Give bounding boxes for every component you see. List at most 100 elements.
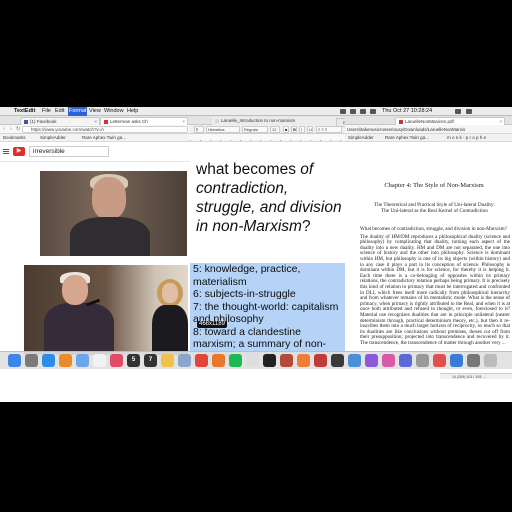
tab-youtube[interactable]: Letterman asks Ch × [100, 117, 188, 125]
terminal-icon[interactable] [263, 354, 276, 367]
finder-icon[interactable] [8, 354, 21, 367]
alignment-buttons[interactable]: ≡ ≡ ≡ [316, 126, 342, 133]
itunes-icon[interactable] [110, 354, 123, 367]
tab-pdf[interactable]: LaruelleNonMarxism.pdf × [395, 117, 505, 125]
paragraph-style-select[interactable]: ¶ [194, 126, 204, 133]
address-bar-row: ‹ › ↻ https://www.youtube.com/watch?v=h [0, 125, 190, 134]
font-style-select[interactable]: Regular [242, 126, 268, 133]
desktop-screen: TextEdit File Edit Format View Window He… [0, 107, 512, 402]
font-family-select[interactable]: Helvetica [206, 126, 240, 133]
app-icon-19[interactable] [314, 354, 327, 367]
back-icon[interactable]: ‹ [3, 126, 5, 133]
video-player-lower[interactable] [24, 265, 188, 355]
spotlight-icon[interactable] [455, 109, 461, 114]
menu-file[interactable]: File [42, 107, 51, 116]
mail-icon[interactable] [76, 354, 89, 367]
ruler[interactable] [190, 134, 345, 142]
url-field[interactable]: https://www.youtube.com/watch?v=h [22, 126, 188, 133]
video-player-upper[interactable] [40, 171, 187, 256]
app-icon-23[interactable] [382, 354, 395, 367]
reload-icon[interactable]: ↻ [16, 126, 20, 133]
launchpad-icon[interactable] [25, 354, 38, 367]
document-icon [215, 119, 219, 123]
app-icon-27[interactable] [450, 354, 463, 367]
firefox-icon[interactable] [212, 354, 225, 367]
menu-app-name[interactable]: TextEdit [14, 107, 35, 116]
tab-facebook[interactable]: (1) Facebook × [20, 117, 100, 125]
format-toolbar: ¶ Helvetica Regular 12 ■ B I U ≡ ≡ ≡ [190, 125, 345, 134]
dock: 57 [0, 351, 512, 369]
bookmark-simpleadder[interactable]: SimpleAdder [40, 134, 66, 142]
youtube-icon [104, 120, 108, 124]
app-icon-20[interactable] [331, 354, 344, 367]
textedit-icon[interactable] [246, 354, 259, 367]
safari-icon[interactable] [42, 354, 55, 367]
pdf-paragraph: The duality of HM/DM reproduces a philos… [360, 233, 510, 346]
volume-icon[interactable] [360, 109, 366, 114]
menu-window[interactable]: Window [104, 107, 124, 116]
app-icon-22[interactable] [365, 354, 378, 367]
pdf-tab-bar: LaruelleNonMarxism.pdf × [345, 116, 512, 125]
toc-line: 6: subjects-in-struggle [193, 288, 296, 300]
app-icon-21[interactable] [348, 354, 361, 367]
pdf-bookmarks-bar: SimpleAdder Rare Aphex Twin ga... m o n … [345, 134, 512, 142]
notification-center-icon[interactable] [466, 109, 472, 114]
close-tab-icon[interactable]: × [499, 118, 502, 125]
font-size-select[interactable]: 12 [270, 126, 280, 133]
battery-icon[interactable] [370, 109, 376, 114]
pdf-paragraph: What becomes of contradiction, struggle,… [360, 226, 507, 232]
pdf-page-indicator: 14 (209) 101 / 193. ... [440, 373, 512, 379]
app-icon-28[interactable] [467, 354, 480, 367]
trash-icon[interactable] [484, 354, 497, 367]
text-color-button[interactable]: ■ [283, 126, 289, 133]
underline-button[interactable]: U [307, 126, 313, 133]
pdf-url-field[interactable]: Users/itakenusicrosseriousy/Downloads/La… [345, 125, 512, 134]
pdf-chapter-title: Chapter 4: The Style of Non-Marxism [384, 182, 484, 189]
bookmark-aphex[interactable]: Rare Aphex Twin ga... [82, 134, 126, 142]
bookmark-aphex[interactable]: Rare Aphex Twin ga... [385, 134, 429, 142]
bookmark-apps[interactable]: Bookmarks [3, 134, 26, 142]
wifi-icon[interactable] [350, 109, 356, 114]
photos-icon[interactable] [59, 354, 72, 367]
youtube-search-input[interactable]: irreversible [29, 146, 109, 157]
menu-format[interactable]: Format [68, 107, 88, 116]
bold-button[interactable]: B [291, 126, 297, 133]
menu-bar: TextEdit File Edit Format View Window He… [0, 107, 512, 116]
document-heading[interactable]: what becomes of contradiction, struggle,… [196, 160, 342, 236]
tab-label: Letterman asks Ch [110, 119, 148, 124]
app-icon-18[interactable] [297, 354, 310, 367]
bookmark-monk[interactable]: m o n k - p r o p h e [447, 134, 486, 142]
close-tab-icon[interactable]: × [182, 118, 185, 125]
italic-button[interactable]: I [299, 126, 305, 133]
menu-help[interactable]: Help [127, 107, 138, 116]
pdf-section-title: The Theoretical and Practical Style of U… [374, 202, 495, 215]
menu-view[interactable]: View [89, 107, 101, 116]
seven-icon[interactable]: 7 [144, 354, 157, 367]
app-icon-26[interactable] [433, 354, 446, 367]
textedit-titlebar: Laruelle_Introduction to non-marxism [190, 116, 345, 131]
stickies-icon[interactable] [161, 354, 174, 367]
close-tab-icon[interactable]: × [94, 118, 97, 125]
facebook-icon [24, 120, 28, 124]
hamburger-menu-icon[interactable] [3, 149, 9, 154]
five-icon[interactable]: 5 [127, 354, 140, 367]
toc-line: 5: knowledge, practice, materialism [193, 263, 301, 288]
calendar-icon[interactable] [93, 354, 106, 367]
app-icon-24[interactable] [399, 354, 412, 367]
spotify-icon[interactable] [229, 354, 242, 367]
selected-text-block[interactable]: 5: knowledge, practice, materialism 6: s… [193, 263, 343, 363]
youtube-logo-icon[interactable]: ▶ [13, 147, 25, 156]
browser-tab-bar: (1) Facebook × Letterman asks Ch × [0, 116, 190, 131]
pdf-icon [399, 120, 403, 124]
bookmark-simpleadder[interactable]: SimpleAdder [348, 134, 374, 142]
app-icon-17[interactable] [280, 354, 293, 367]
chrome-icon[interactable] [195, 354, 208, 367]
preview-icon[interactable] [178, 354, 191, 367]
app-icon-25[interactable] [416, 354, 429, 367]
menu-edit[interactable]: Edit [55, 107, 64, 116]
letterbox-frame: TextEdit File Edit Format View Window He… [0, 0, 512, 512]
bookmarks-bar: Bookmarks SimpleAdder Rare Aphex Twin ga… [0, 134, 190, 142]
forward-icon[interactable]: › [10, 126, 12, 133]
menu-clock[interactable]: Thu Oct 27 10:28:24 [382, 107, 432, 116]
status-icon[interactable] [340, 109, 346, 114]
